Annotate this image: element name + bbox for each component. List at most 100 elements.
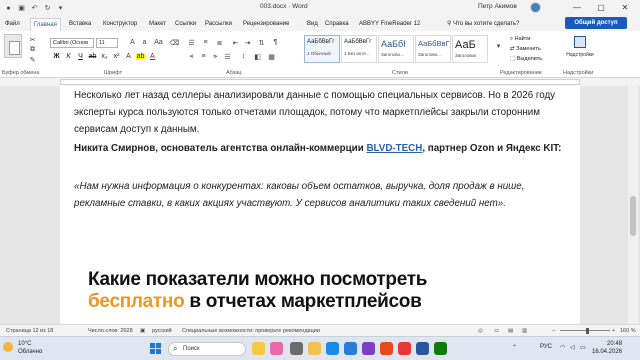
volume-icon[interactable]: ◁: [570, 344, 575, 351]
zoom-slider[interactable]: [560, 330, 610, 331]
task-view-icon[interactable]: [290, 342, 303, 355]
tell-me-search[interactable]: ⚲ Что вы хотите сделать?: [444, 18, 522, 31]
tab-layout[interactable]: Макет: [146, 18, 169, 31]
sort-icon[interactable]: ⇅: [257, 38, 266, 47]
paragraph-intro[interactable]: Несколько лет назад селлеры анализировал…: [74, 87, 569, 138]
file-explorer-icon[interactable]: [308, 342, 321, 355]
show-marks-icon[interactable]: ¶: [271, 38, 280, 47]
edge-icon[interactable]: [326, 342, 339, 355]
style-title[interactable]: АаБ Заголовок: [452, 35, 488, 63]
font-size-select[interactable]: 11: [96, 38, 118, 48]
widgets-icon[interactable]: [252, 342, 265, 355]
styles-more-icon[interactable]: ▾: [494, 41, 503, 50]
zoom-in-icon[interactable]: +: [612, 328, 615, 334]
replace-button[interactable]: ⇄ Заменить: [510, 46, 541, 52]
undo-icon[interactable]: ↶: [30, 4, 39, 13]
find-button[interactable]: ⌕ Найти: [510, 36, 530, 43]
superscript-button[interactable]: x²: [112, 53, 121, 60]
scroll-thumb[interactable]: [630, 196, 636, 236]
language-status[interactable]: русский: [152, 328, 172, 334]
start-button[interactable]: [150, 343, 162, 355]
subscript-button[interactable]: x₂: [100, 53, 109, 60]
grow-font-icon[interactable]: A: [128, 38, 137, 47]
tab-view[interactable]: Вид: [304, 18, 321, 31]
autosave-icon[interactable]: ●: [4, 4, 13, 13]
align-left-icon[interactable]: ⫷: [187, 52, 196, 61]
style-no-spacing[interactable]: АаБбВвГг 1 Без инте...: [341, 35, 377, 63]
proofing-icon[interactable]: ▣: [140, 328, 145, 334]
format-painter-icon[interactable]: ✎: [28, 55, 37, 64]
print-layout-icon[interactable]: ▤: [508, 328, 513, 334]
numbering-icon[interactable]: ≡: [201, 38, 210, 47]
cut-icon[interactable]: ✂: [28, 35, 37, 44]
wifi-icon[interactable]: ◠: [560, 344, 565, 351]
media-icon[interactable]: [398, 342, 411, 355]
company-link[interactable]: BLVD-TECH: [366, 143, 422, 154]
weather-widget[interactable]: 10°C Облачно: [18, 340, 42, 356]
tab-help[interactable]: Справка: [322, 18, 352, 31]
copy-icon[interactable]: ⧉: [28, 45, 37, 54]
style-normal[interactable]: АаБбВвГг 1 Обычный: [304, 35, 340, 63]
input-language[interactable]: РУС: [540, 344, 552, 350]
word-count[interactable]: Число слов: 2628: [88, 328, 133, 334]
maximize-button[interactable]: ▢: [590, 0, 612, 16]
clear-format-icon[interactable]: ⌫: [170, 38, 180, 47]
multilevel-icon[interactable]: ≣: [215, 38, 224, 47]
italic-button[interactable]: К: [64, 53, 73, 60]
tab-insert[interactable]: Вставка: [66, 18, 94, 31]
change-case-icon[interactable]: Aa: [154, 38, 163, 47]
mail-icon[interactable]: [344, 342, 357, 355]
tray-overflow-icon[interactable]: ⌃: [512, 344, 517, 351]
tab-references[interactable]: Ссылки: [172, 18, 199, 31]
zoom-level[interactable]: 160 %: [620, 328, 636, 334]
redo-icon[interactable]: ↻: [43, 4, 52, 13]
close-button[interactable]: ✕: [614, 0, 636, 16]
word-taskbar-icon[interactable]: [416, 342, 429, 355]
share-button[interactable]: Общий доступ: [565, 17, 627, 29]
clock[interactable]: 20:48 16.04.2026: [592, 340, 622, 356]
taskbar-search[interactable]: Поиск: [168, 342, 246, 356]
vertical-scrollbar[interactable]: [628, 86, 638, 324]
store-icon[interactable]: [362, 342, 375, 355]
web-layout-icon[interactable]: ▥: [522, 328, 527, 334]
avatar[interactable]: [530, 2, 541, 13]
bold-button[interactable]: Ж: [52, 53, 61, 60]
text-effects-button[interactable]: A: [124, 53, 133, 60]
highlight-button[interactable]: ab: [136, 53, 145, 60]
customize-toolbar-icon[interactable]: ▾: [56, 4, 65, 13]
addins-button[interactable]: Надстройки: [565, 36, 595, 58]
horizontal-ruler[interactable]: [60, 79, 580, 85]
tab-review[interactable]: Рецензирование: [240, 18, 292, 31]
strikethrough-button[interactable]: ab: [88, 53, 97, 60]
paste-button[interactable]: [4, 34, 22, 58]
tab-mailings[interactable]: Рассылки: [202, 18, 235, 31]
tab-design[interactable]: Конструктор: [100, 18, 140, 31]
zoom-out-icon[interactable]: −: [552, 328, 555, 334]
paragraph-quote[interactable]: «Нам нужна информация о конкурентах: как…: [74, 178, 569, 212]
shrink-font-icon[interactable]: a: [140, 38, 149, 47]
zoom-slider-handle[interactable]: [586, 328, 589, 334]
increase-indent-icon[interactable]: ⇥: [243, 38, 252, 47]
tab-home[interactable]: Главная: [30, 18, 61, 31]
borders-icon[interactable]: ▦: [267, 52, 276, 61]
excel-taskbar-icon[interactable]: [434, 342, 447, 355]
minimize-button[interactable]: —: [566, 0, 588, 16]
battery-icon[interactable]: ▭: [580, 344, 586, 351]
user-name[interactable]: Петр Акимов: [478, 3, 517, 10]
select-button[interactable]: ⬚ Выделить: [510, 56, 542, 62]
decrease-indent-icon[interactable]: ⇤: [231, 38, 240, 47]
focus-mode-icon[interactable]: ◎: [478, 328, 483, 334]
align-center-icon[interactable]: ≡: [199, 52, 208, 61]
page-count[interactable]: Страница 12 из 18: [6, 328, 53, 334]
shading-icon[interactable]: ◧: [253, 52, 262, 61]
tab-file[interactable]: Файл: [2, 18, 23, 31]
align-right-icon[interactable]: ⫸: [211, 52, 220, 61]
font-name-select[interactable]: Calibri (Основ: [50, 38, 94, 48]
underline-button[interactable]: Ч: [76, 53, 85, 60]
style-heading-1[interactable]: АаБбI Заголово...: [378, 35, 414, 63]
tab-abbyy[interactable]: ABBYY FineReader 12: [356, 18, 423, 31]
save-icon[interactable]: ▣: [17, 4, 26, 13]
tulip-widget-icon[interactable]: [270, 342, 283, 355]
font-color-button[interactable]: A: [148, 53, 157, 60]
line-spacing-icon[interactable]: ↕: [239, 52, 248, 61]
